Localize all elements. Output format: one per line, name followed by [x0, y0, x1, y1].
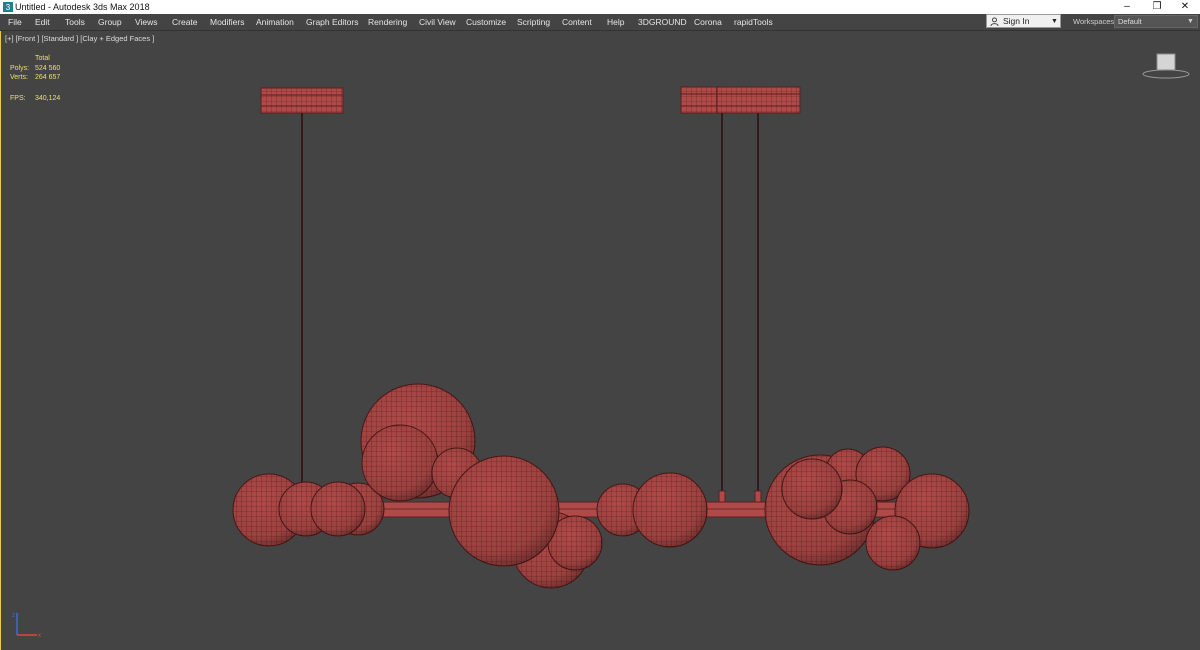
axis-tripod-icon: z x — [12, 613, 41, 639]
sphere — [632, 472, 708, 548]
menu-item-rendering[interactable]: Rendering — [368, 16, 407, 28]
menu-item-scripting[interactable]: Scripting — [517, 16, 550, 28]
menu-item-views[interactable]: Views — [135, 16, 158, 28]
svg-text:z: z — [12, 613, 15, 619]
glass-spheres — [232, 383, 970, 589]
minimize-button[interactable]: – — [1112, 0, 1142, 14]
viewcube[interactable] — [1141, 50, 1191, 80]
menu-item-civil-view[interactable]: Civil View — [419, 16, 456, 28]
ceiling-canopy-right — [680, 86, 801, 114]
chevron-down-icon: ▼ — [1051, 18, 1058, 25]
menu-item-animation[interactable]: Animation — [256, 16, 294, 28]
menu-item-rapidtools[interactable]: rapidTools — [734, 16, 773, 28]
sphere — [310, 481, 366, 537]
menu-item-graph-editors[interactable]: Graph Editors — [306, 16, 358, 28]
close-button[interactable]: ✕ — [1170, 0, 1200, 14]
restore-button[interactable]: ❐ — [1142, 0, 1172, 14]
sign-in-dropdown[interactable]: Sign In ▼ — [986, 14, 1061, 28]
ceiling-canopy-left — [260, 87, 344, 114]
menu-item-3dground[interactable]: 3DGROUND — [638, 16, 687, 28]
user-icon — [990, 17, 999, 26]
chandelier-model[interactable] — [1, 31, 1200, 650]
menu-item-content[interactable]: Content — [562, 16, 592, 28]
menu-item-edit[interactable]: Edit — [35, 16, 50, 28]
sign-in-label: Sign In — [1003, 16, 1030, 26]
sphere — [448, 455, 560, 567]
menu-item-create[interactable]: Create — [172, 16, 198, 28]
svg-text:3: 3 — [6, 3, 11, 12]
svg-text:x: x — [38, 633, 41, 639]
sphere — [361, 424, 439, 502]
app-icon: 3 — [3, 2, 13, 12]
workspaces-label: Workspaces: — [1073, 17, 1117, 26]
menu-item-tools[interactable]: Tools — [65, 16, 85, 28]
workspaces-select[interactable]: Default ▼ — [1114, 15, 1198, 28]
menu-item-group[interactable]: Group — [98, 16, 122, 28]
sphere — [865, 515, 921, 571]
menu-item-customize[interactable]: Customize — [466, 16, 506, 28]
chevron-down-icon: ▼ — [1187, 18, 1194, 25]
menu-item-file[interactable]: File — [8, 16, 22, 28]
workspaces-value: Default — [1118, 17, 1142, 26]
menu-item-modifiers[interactable]: Modifiers — [210, 16, 244, 28]
menu-item-corona[interactable]: Corona — [694, 16, 722, 28]
front-viewport[interactable]: [+] [Front ] [Standard ] [Clay + Edged F… — [0, 31, 1200, 650]
menu-item-help[interactable]: Help — [607, 16, 624, 28]
sphere — [781, 458, 843, 520]
title-bar: 3 Untitled - Autodesk 3ds Max 2018 – ❐ ✕ — [0, 0, 1200, 14]
window-title: Untitled - Autodesk 3ds Max 2018 — [15, 2, 150, 12]
